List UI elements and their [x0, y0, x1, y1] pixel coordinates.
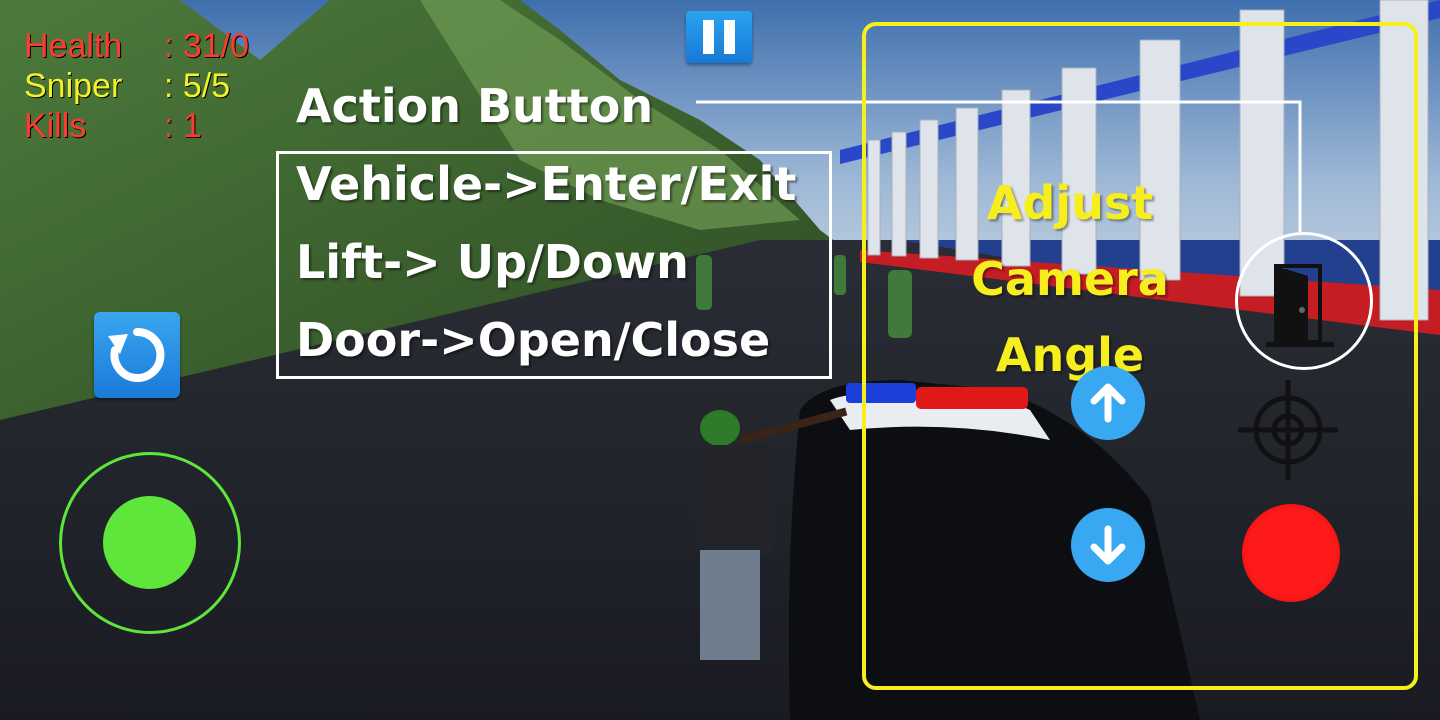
action-button[interactable]: [1262, 262, 1338, 350]
camera-up-button[interactable]: [1071, 366, 1145, 440]
fire-button[interactable]: [1242, 504, 1340, 602]
action-line-lift: Lift-> Up/Down: [296, 235, 689, 289]
camera-adjust-label: Adjust Camera Angle: [950, 165, 1190, 393]
camera-label-line-2: Camera: [971, 252, 1169, 306]
camera-label-line-3: Angle: [995, 328, 1145, 382]
arrow-down-icon: [1090, 525, 1126, 565]
door-icon: [1266, 264, 1334, 347]
aim-button[interactable]: [1238, 380, 1338, 480]
game-screen: Health : 31/0 Sniper : 5/5 Kills : 1 Act…: [0, 0, 1440, 720]
action-line-vehicle: Vehicle->Enter/Exit: [296, 157, 797, 211]
crosshair-icon: [1238, 380, 1338, 480]
arrow-up-icon: [1090, 383, 1126, 423]
action-line-door: Door->Open/Close: [296, 313, 771, 367]
camera-label-line-1: Adjust: [986, 176, 1154, 230]
camera-down-button[interactable]: [1071, 508, 1145, 582]
